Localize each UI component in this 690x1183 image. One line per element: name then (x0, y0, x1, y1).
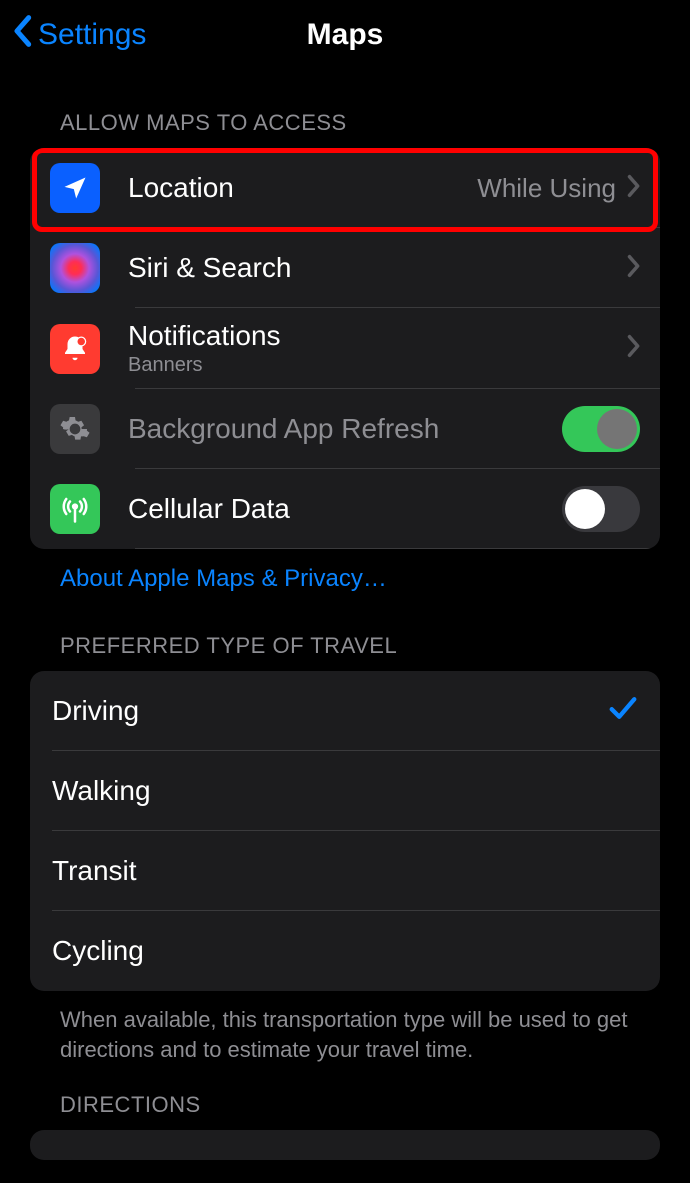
refresh-toggle[interactable] (562, 406, 640, 452)
antenna-icon (50, 484, 100, 534)
cellular-label: Cellular Data (128, 493, 290, 525)
location-value: While Using (477, 173, 616, 204)
travel-group: Driving Walking Transit Cycling (30, 671, 660, 991)
section-header-travel: PREFERRED TYPE OF TRAVEL (0, 593, 690, 671)
row-cellular: Cellular Data (30, 469, 660, 549)
privacy-link[interactable]: About Apple Maps & Privacy… (60, 565, 387, 592)
gear-icon (50, 404, 100, 454)
travel-footer: When available, this transportation type… (0, 991, 690, 1064)
chevron-right-icon (626, 334, 640, 363)
travel-option-cycling[interactable]: Cycling (30, 911, 660, 991)
section-header-access: ALLOW MAPS TO ACCESS (0, 70, 690, 148)
option-label: Walking (52, 775, 151, 807)
location-label: Location (128, 172, 234, 204)
option-label: Transit (52, 855, 137, 887)
travel-option-walking[interactable]: Walking (30, 751, 660, 831)
section-header-directions: DIRECTIONS (0, 1064, 690, 1130)
refresh-label: Background App Refresh (128, 413, 439, 445)
directions-group (30, 1130, 660, 1160)
option-label: Cycling (52, 935, 144, 967)
siri-label: Siri & Search (128, 252, 291, 284)
travel-option-transit[interactable]: Transit (30, 831, 660, 911)
location-arrow-icon (50, 163, 100, 213)
chevron-right-icon (626, 254, 640, 283)
row-background-refresh: Background App Refresh (30, 389, 660, 469)
siri-icon (50, 243, 100, 293)
row-siri[interactable]: Siri & Search (30, 228, 660, 308)
row-notifications[interactable]: Notifications Banners (30, 308, 660, 389)
access-group: Location While Using Siri & Search Notif… (30, 148, 660, 549)
notifications-label: Notifications (128, 320, 281, 352)
travel-option-driving[interactable]: Driving (30, 671, 660, 751)
option-label: Driving (52, 695, 139, 727)
nav-bar: Settings Maps (0, 0, 690, 70)
checkmark-icon (608, 695, 638, 728)
cellular-toggle[interactable] (562, 486, 640, 532)
chevron-right-icon (626, 174, 640, 203)
page-title: Maps (0, 18, 690, 52)
row-location[interactable]: Location While Using (30, 148, 660, 228)
bell-icon (50, 324, 100, 374)
notifications-sub: Banners (128, 354, 281, 377)
